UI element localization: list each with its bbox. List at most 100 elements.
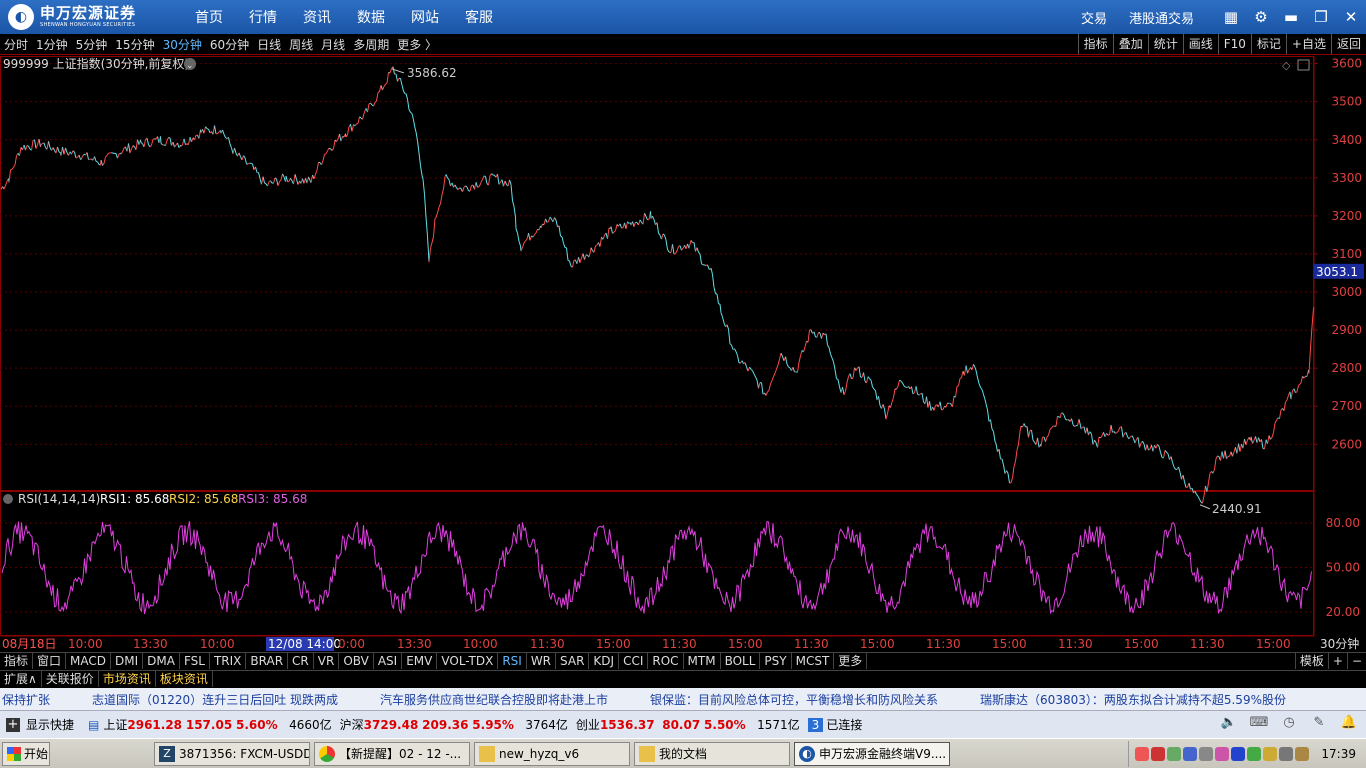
period-multi[interactable]: 多周期 (349, 36, 393, 53)
news-item[interactable]: 汽车服务供应商世纪联合控股即将赴港上市 (380, 691, 608, 708)
trade-link[interactable]: 交易 (1081, 8, 1107, 27)
tray-icon[interactable] (1295, 747, 1310, 761)
ind-tab-emv[interactable]: EMV (402, 653, 438, 669)
add-panel-button[interactable]: + (1327, 653, 1347, 669)
tool-stats[interactable]: 统计 (1147, 34, 1183, 54)
period-60min[interactable]: 60分钟 (206, 36, 253, 53)
ind-tab-rsi[interactable]: RSI (498, 653, 527, 669)
nav-site[interactable]: 网站 (398, 7, 452, 27)
news-item[interactable]: 瑞斯康达（603803）：两股东拟合计减持不超5.59%股份 (980, 691, 1286, 708)
nav-quotes[interactable]: 行情 (236, 7, 290, 27)
brand-logo[interactable]: ◐ 申万宏源证券 SHENWAN HONGYUAN SECURITIES (0, 4, 180, 30)
ind-tab-asi[interactable]: ASI (374, 653, 403, 669)
restore-icon[interactable]: ❐ (1306, 8, 1336, 26)
clock-icon[interactable]: ◷ (1278, 715, 1300, 733)
start-button[interactable]: 开始 (2, 741, 50, 766)
tool-back[interactable]: 返回 (1330, 34, 1366, 54)
task-my-documents[interactable]: 我的文档 (634, 741, 790, 766)
ind-tab-vr[interactable]: VR (314, 653, 340, 669)
tray-icon[interactable] (1279, 747, 1294, 761)
chart-area[interactable]: 3600 3500 3400 3300 3200 3100 3000 2900 2800 2700… (0, 56, 1366, 651)
index-hs[interactable]: 沪深 3729.48 209.36 5.95% 3764亿 (340, 716, 568, 733)
ind-tab-sar[interactable]: SAR (556, 653, 590, 669)
connection-status[interactable]: 3 已连接 (807, 716, 862, 733)
tray-icon[interactable] (1215, 747, 1230, 761)
tab-related-quotes[interactable]: 关联报价 (42, 671, 99, 687)
period-timeshare[interactable]: 分时 (0, 36, 32, 53)
period-daily[interactable]: 日线 (253, 36, 285, 53)
tray-icon[interactable] (1167, 747, 1182, 761)
rsi-collapse-icon[interactable] (3, 494, 13, 504)
tools-icon[interactable]: ✎ (1308, 715, 1330, 733)
period-weekly[interactable]: 周线 (285, 36, 317, 53)
index-cy[interactable]: 创业 1536.37 80.07 5.50% 1571亿 (576, 716, 800, 733)
ind-tab-mcst[interactable]: MCST (792, 653, 835, 669)
period-15min[interactable]: 15分钟 (111, 36, 158, 53)
ind-tab-dmi[interactable]: DMI (111, 653, 144, 669)
period-monthly[interactable]: 月线 (317, 36, 349, 53)
gear-icon[interactable]: ⚙ (1246, 8, 1276, 26)
period-30min[interactable]: 30分钟 (159, 36, 206, 53)
minimize-icon[interactable]: ▬ (1276, 8, 1306, 26)
news-item[interactable]: 志道国际（01220）连升三日后回吐 现跌两成 (92, 691, 338, 708)
ind-tab-psy[interactable]: PSY (760, 653, 792, 669)
bell-icon[interactable]: 🔔 (1338, 715, 1360, 733)
tool-add-watchlist[interactable]: +自选 (1285, 34, 1331, 54)
symbol-label[interactable]: 999999 上证指数(30分钟,前复权) (3, 56, 189, 71)
tab-market-news[interactable]: 市场资讯 (99, 671, 156, 687)
ind-tab-macd[interactable]: MACD (66, 653, 112, 669)
keyboard-icon[interactable]: ⌨ (1248, 715, 1270, 733)
tray-icon[interactable] (1263, 747, 1278, 761)
period-more[interactable]: 更多 〉 (393, 36, 441, 53)
template-button[interactable]: 模板 (1294, 653, 1328, 669)
ind-tab-kdj[interactable]: KDJ (589, 653, 620, 669)
tool-overlay[interactable]: 叠加 (1112, 34, 1148, 54)
speaker-icon[interactable]: 🔈 (1218, 715, 1240, 733)
tab-expand[interactable]: 扩展∧ (0, 671, 42, 687)
tray-icon[interactable] (1151, 747, 1166, 761)
ind-tab-dma[interactable]: DMA (143, 653, 180, 669)
period-1min[interactable]: 1分钟 (32, 36, 72, 53)
tool-mark[interactable]: 标记 (1250, 34, 1286, 54)
nav-data[interactable]: 数据 (344, 7, 398, 27)
bluetooth-icon[interactable] (1231, 747, 1246, 761)
tray-icon[interactable] (1199, 747, 1214, 761)
news-item[interactable]: 银保监：目前风险总体可控，平衡稳增长和防风险关系 (650, 691, 938, 708)
ind-tab-cci[interactable]: CCI (619, 653, 649, 669)
ind-tab-indicator[interactable]: 指标 (0, 653, 34, 669)
panel-toggle-icon[interactable] (1297, 59, 1310, 71)
hk-connect-trade-link[interactable]: 港股通交易 (1129, 8, 1194, 27)
tool-f10[interactable]: F10 (1217, 34, 1251, 54)
ind-tab-more[interactable]: 更多 (834, 653, 868, 669)
ind-tab-cr[interactable]: CR (288, 653, 314, 669)
tool-indicator[interactable]: 指标 (1077, 34, 1113, 54)
task-browser[interactable]: 【新提醒】02 - 12 -... (314, 741, 470, 766)
grid-icon[interactable]: ▦ (1216, 8, 1246, 26)
task-terminal[interactable]: ◐ 申万宏源金融终端V9.... (794, 741, 950, 766)
ind-tab-vol-tdx[interactable]: VOL-TDX (437, 653, 499, 669)
diamond-icon[interactable]: ◇ (1282, 59, 1291, 72)
shortcut-toggle[interactable]: + 显示快捷 (0, 716, 74, 733)
task-folder-hyzq[interactable]: new_hyzq_v6 (474, 741, 630, 766)
tab-sector-news[interactable]: 板块资讯 (156, 671, 213, 687)
ind-tab-roc[interactable]: ROC (648, 653, 684, 669)
tray-icon[interactable] (1135, 747, 1150, 761)
ind-tab-fsl[interactable]: FSL (180, 653, 210, 669)
ind-tab-wr[interactable]: WR (527, 653, 557, 669)
tray-icon[interactable] (1183, 747, 1198, 761)
close-icon[interactable]: ✕ (1336, 8, 1366, 26)
index-sh[interactable]: ▤ 上证 2961.28 157.05 5.60% 4660亿 (82, 716, 332, 733)
task-fxcm[interactable]: Z 3871356: FXCM-USDDe... (154, 741, 310, 766)
ind-tab-trix[interactable]: TRIX (210, 653, 247, 669)
ind-tab-boll[interactable]: BOLL (721, 653, 761, 669)
remove-panel-button[interactable]: − (1346, 653, 1366, 669)
ind-tab-window[interactable]: 窗口 (33, 653, 67, 669)
period-5min[interactable]: 5分钟 (72, 36, 112, 53)
ind-tab-mtm[interactable]: MTM (684, 653, 721, 669)
tray-icon[interactable] (1247, 747, 1262, 761)
kline-chart[interactable]: 3600 3500 3400 3300 3200 3100 3000 2900 2800 2700… (0, 56, 1366, 652)
nav-service[interactable]: 客服 (452, 7, 506, 27)
tool-draw[interactable]: 画线 (1182, 34, 1218, 54)
nav-home[interactable]: 首页 (182, 7, 236, 27)
news-item[interactable]: 保持扩张 (2, 691, 50, 708)
